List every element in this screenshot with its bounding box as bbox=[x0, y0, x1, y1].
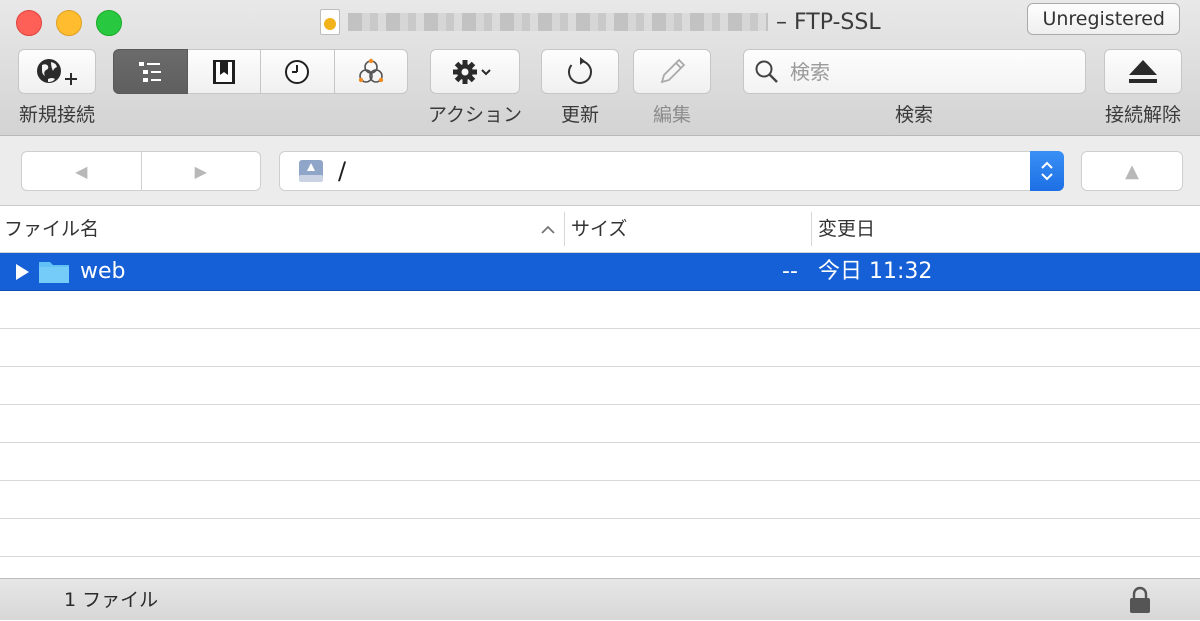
sort-ascending-icon bbox=[541, 225, 555, 234]
parent-directory-button[interactable]: ▲ bbox=[1081, 151, 1183, 191]
history-view-button[interactable] bbox=[261, 49, 335, 94]
search-input[interactable] bbox=[788, 58, 1072, 85]
clock-icon bbox=[285, 59, 310, 84]
disclosure-triangle-icon[interactable] bbox=[14, 263, 30, 281]
empty-row bbox=[0, 519, 1200, 557]
empty-row bbox=[0, 557, 1200, 578]
unregistered-button[interactable]: Unregistered bbox=[1027, 3, 1180, 35]
forward-button[interactable]: ▶ bbox=[141, 151, 261, 191]
bookmark-book-icon bbox=[212, 59, 235, 84]
empty-row bbox=[0, 329, 1200, 367]
history-navigation: ◀ ▶ bbox=[21, 151, 261, 191]
magnifier-icon bbox=[755, 60, 778, 83]
table-row[interactable]: web -- 今日 11:32 bbox=[0, 253, 1200, 291]
file-list-header: ファイル名 サイズ 変更日 bbox=[0, 206, 1200, 253]
file-list: web -- 今日 11:32 bbox=[0, 253, 1200, 578]
window-toolbar: – FTP-SSL Unregistered 新規接続 アクション 更新 編集 … bbox=[0, 0, 1200, 136]
column-header-filename[interactable]: ファイル名 bbox=[4, 206, 99, 252]
pencil-icon bbox=[660, 58, 686, 83]
disconnect-button[interactable] bbox=[1104, 49, 1182, 94]
search-label: 検索 bbox=[894, 104, 934, 126]
globe-plus-icon bbox=[37, 58, 77, 85]
item-count: 1 ファイル bbox=[64, 589, 159, 611]
empty-row bbox=[0, 367, 1200, 405]
edit-label: 編集 bbox=[652, 104, 692, 126]
action-button[interactable] bbox=[430, 49, 520, 94]
bonjour-view-button[interactable] bbox=[334, 49, 408, 94]
browser-view-button[interactable] bbox=[113, 49, 188, 94]
file-name: web bbox=[80, 259, 126, 284]
window-title: – FTP-SSL bbox=[320, 6, 881, 38]
refresh-label: 更新 bbox=[560, 104, 600, 126]
file-modified: 今日 11:32 bbox=[818, 259, 933, 284]
minimize-window-button[interactable] bbox=[56, 10, 82, 36]
bookmarks-view-button[interactable] bbox=[187, 49, 261, 94]
eject-icon bbox=[1129, 59, 1157, 83]
refresh-icon bbox=[568, 56, 592, 84]
new-connection-button[interactable] bbox=[18, 49, 96, 94]
column-divider[interactable] bbox=[564, 212, 565, 246]
back-button[interactable]: ◀ bbox=[21, 151, 142, 191]
empty-row bbox=[0, 443, 1200, 481]
navigation-bar: ◀ ▶ / ▲ bbox=[0, 136, 1200, 206]
path-dropdown-button[interactable] bbox=[1030, 151, 1064, 191]
folder-icon bbox=[39, 262, 69, 283]
file-size: -- bbox=[782, 259, 798, 284]
document-icon bbox=[320, 9, 340, 35]
search-field[interactable] bbox=[743, 49, 1086, 94]
gear-dropdown-icon bbox=[453, 59, 491, 84]
column-header-modified[interactable]: 変更日 bbox=[818, 206, 875, 252]
rendezvous-icon bbox=[358, 58, 383, 83]
action-label: アクション bbox=[427, 104, 523, 126]
status-bar: 1 ファイル bbox=[0, 578, 1200, 620]
empty-row bbox=[0, 481, 1200, 519]
empty-row bbox=[0, 291, 1200, 329]
lock-icon[interactable] bbox=[1128, 586, 1152, 614]
disconnect-label: 接続解除 bbox=[1104, 104, 1182, 126]
current-path: / bbox=[338, 157, 347, 185]
zoom-window-button[interactable] bbox=[96, 10, 122, 36]
empty-row bbox=[0, 405, 1200, 443]
view-mode-segmented bbox=[113, 49, 408, 94]
new-connection-label: 新規接続 bbox=[18, 104, 96, 126]
path-popup[interactable]: / bbox=[279, 151, 1064, 191]
window-title-text: – FTP-SSL bbox=[776, 9, 881, 35]
close-window-button[interactable] bbox=[16, 10, 42, 36]
redacted-hostname bbox=[348, 13, 768, 31]
outline-list-icon bbox=[139, 61, 162, 82]
column-divider[interactable] bbox=[811, 212, 812, 246]
edit-button[interactable] bbox=[633, 49, 711, 94]
column-header-size[interactable]: サイズ bbox=[571, 206, 627, 252]
server-disk-icon bbox=[299, 160, 323, 182]
refresh-button[interactable] bbox=[541, 49, 619, 94]
chevron-up-down-icon bbox=[1041, 161, 1053, 181]
